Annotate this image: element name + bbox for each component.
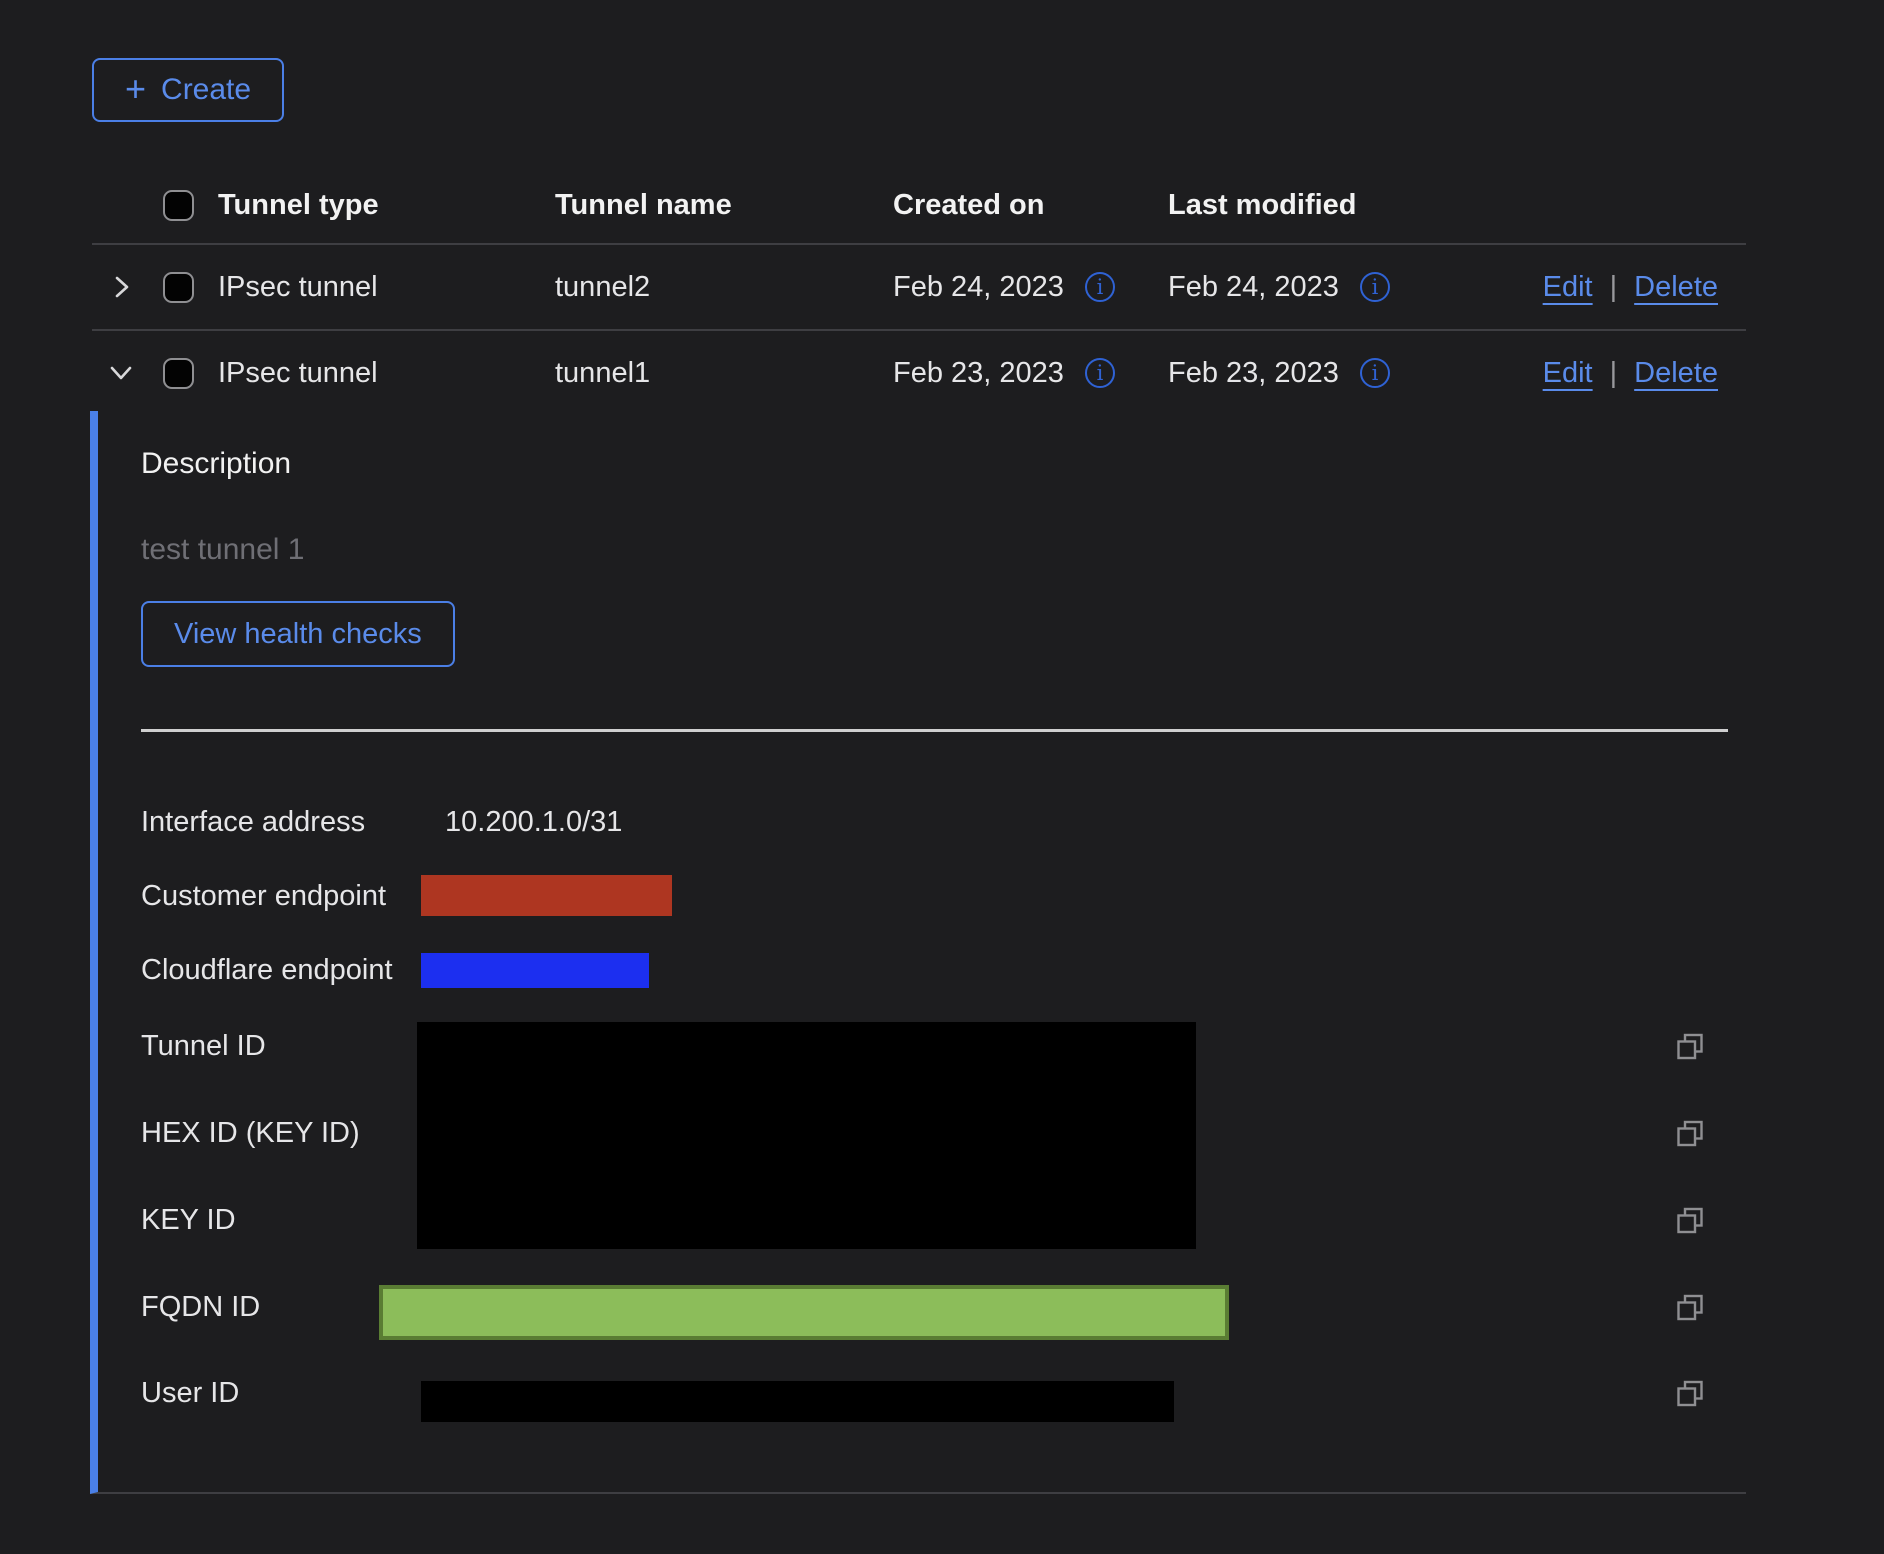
delete-link[interactable]: Delete [1634,357,1718,390]
header-tunnel-name: Tunnel name [555,189,885,222]
table-row-tunnel2: IPsec tunnel tunnel2 Feb 24, 2023 i Feb … [92,245,1746,331]
interface-address-label: Interface address [141,806,365,839]
description-label: Description [141,447,291,481]
create-button-label: Create [161,73,251,107]
header-last-modified: Last modified [1160,189,1530,222]
actions-separator: | [1610,357,1618,390]
edit-link[interactable]: Edit [1543,271,1593,304]
tunnel-name-cell: tunnel1 [555,357,885,390]
info-icon[interactable]: i [1085,358,1115,388]
info-icon[interactable]: i [1085,272,1115,302]
copy-user-id-icon[interactable] [1675,1379,1705,1409]
tunnel-type-cell: IPsec tunnel [218,271,555,304]
view-health-checks-button[interactable]: View health checks [141,601,455,667]
interface-address-value: 10.200.1.0/31 [445,806,622,839]
created-on-value: Feb 24, 2023 [893,271,1064,304]
tunnels-table: Tunnel type Tunnel name Created on Last … [92,168,1746,415]
ids-redaction-block [417,1022,1196,1249]
collapse-chevron-down-icon[interactable] [102,354,140,392]
expand-chevron-right-icon[interactable] [102,268,140,306]
copy-tunnel-id-icon[interactable] [1675,1032,1705,1062]
table-header-row: Tunnel type Tunnel name Created on Last … [92,168,1746,245]
tunnels-page: + Create Tunnel type Tunnel name Created… [0,0,1884,1554]
cloudflare-endpoint-label: Cloudflare endpoint [141,954,393,987]
row-checkbox[interactable] [163,358,194,389]
header-checkbox-cell [148,190,218,221]
table-row-tunnel1: IPsec tunnel tunnel1 Feb 23, 2023 i Feb … [92,331,1746,415]
info-icon[interactable]: i [1360,358,1390,388]
tunnel-detail-panel: Description test tunnel 1 View health ch… [90,411,1746,1494]
tunnel-id-label: Tunnel ID [141,1030,266,1063]
section-divider [141,729,1728,732]
info-icon[interactable]: i [1360,272,1390,302]
copy-hex-id-icon[interactable] [1675,1119,1705,1149]
header-tunnel-type: Tunnel type [218,189,555,222]
tunnel-type-cell: IPsec tunnel [218,357,555,390]
last-modified-value: Feb 23, 2023 [1168,357,1339,390]
plus-icon: + [125,71,146,107]
cloudflare-endpoint-redaction [421,953,649,988]
description-value: test tunnel 1 [141,533,304,567]
view-health-checks-label: View health checks [174,618,422,651]
fqdn-id-redaction [379,1285,1229,1340]
created-on-value: Feb 23, 2023 [893,357,1064,390]
copy-key-id-icon[interactable] [1675,1206,1705,1236]
edit-link[interactable]: Edit [1543,357,1593,390]
user-id-redaction [421,1381,1174,1422]
header-created-on: Created on [885,189,1160,222]
row-checkbox[interactable] [163,272,194,303]
copy-fqdn-id-icon[interactable] [1675,1293,1705,1323]
last-modified-value: Feb 24, 2023 [1168,271,1339,304]
create-button[interactable]: + Create [92,58,284,122]
user-id-label: User ID [141,1377,239,1410]
actions-separator: | [1610,271,1618,304]
delete-link[interactable]: Delete [1634,271,1718,304]
key-id-label: KEY ID [141,1204,236,1237]
hex-id-label: HEX ID (KEY ID) [141,1117,360,1150]
select-all-checkbox[interactable] [163,190,194,221]
tunnel-name-cell: tunnel2 [555,271,885,304]
fqdn-id-label: FQDN ID [141,1291,260,1324]
customer-endpoint-redaction [421,875,672,916]
customer-endpoint-label: Customer endpoint [141,880,386,913]
